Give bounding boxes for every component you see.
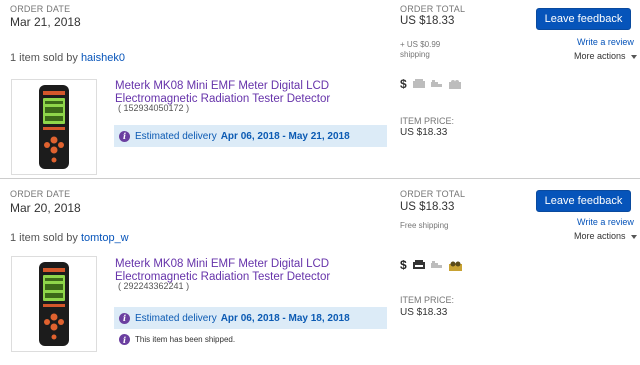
more-actions-label: More actions xyxy=(574,231,626,241)
estimated-delivery: i Estimated delivery Apr 06, 2018 - May … xyxy=(114,125,387,147)
item-price-label: ITEM PRICE: xyxy=(400,295,455,305)
more-actions-label: More actions xyxy=(574,51,626,61)
item-price: US $18.33 xyxy=(400,127,448,138)
order-card: ORDER DATE Mar 20, 2018 1 item sold by t… xyxy=(0,179,640,365)
feedback-icon xyxy=(448,261,462,271)
info-icon: i xyxy=(119,334,130,345)
delivery-dates: Apr 06, 2018 - May 18, 2018 xyxy=(220,312,350,324)
delivery-label: Estimated delivery xyxy=(135,130,217,142)
item-thumbnail[interactable] xyxy=(11,256,97,352)
order-date: Mar 20, 2018 xyxy=(10,201,81,215)
order-total-label: ORDER TOTAL xyxy=(400,189,466,199)
sold-by: 1 item sold by tomtop_w xyxy=(10,232,129,244)
delivery-label: Estimated delivery xyxy=(135,312,217,324)
item-thumbnail[interactable] xyxy=(11,79,97,175)
chevron-down-icon xyxy=(630,54,637,59)
sold-by-prefix: 1 item sold by xyxy=(10,52,78,64)
order-total-label: ORDER TOTAL xyxy=(400,4,466,14)
leave-feedback-button[interactable]: Leave feedback xyxy=(536,190,631,212)
write-review-link[interactable]: Write a review xyxy=(577,37,634,47)
order-total: US $18.33 xyxy=(400,15,455,27)
seller-link[interactable]: tomtop_w xyxy=(81,232,129,244)
feedback-icon xyxy=(448,80,461,89)
dollar-icon: $ xyxy=(400,258,407,272)
leave-feedback-button[interactable]: Leave feedback xyxy=(536,8,631,30)
write-review-link[interactable]: Write a review xyxy=(577,217,634,227)
shipped-text: This item has been shipped. xyxy=(135,335,236,344)
status-icons: $ xyxy=(400,77,461,91)
more-actions-dropdown[interactable]: More actions xyxy=(574,51,637,61)
item-number: ( 152934050172 ) xyxy=(118,103,190,113)
printer-icon xyxy=(412,260,425,269)
item-price-label: ITEM PRICE: xyxy=(400,116,455,126)
order-card: ORDER DATE Mar 21, 2018 1 item sold by h… xyxy=(0,0,640,178)
item-number: ( 292243362241 ) xyxy=(118,281,190,291)
order-date: Mar 21, 2018 xyxy=(10,15,81,29)
order-date-label: ORDER DATE xyxy=(10,189,71,199)
emf-meter-image xyxy=(39,85,69,169)
shipping-cost: Free shipping xyxy=(400,221,449,230)
shipped-note: i This item has been shipped. xyxy=(119,334,235,345)
delivery-dates: Apr 06, 2018 - May 21, 2018 xyxy=(220,130,350,142)
order-date-label: ORDER DATE xyxy=(10,4,71,14)
chevron-down-icon xyxy=(630,234,637,239)
sold-by: 1 item sold by haishek0 xyxy=(10,52,125,64)
emf-meter-image xyxy=(39,262,69,346)
info-icon: i xyxy=(119,130,130,142)
printer-icon xyxy=(412,79,425,88)
shipping-cost: + US $0.99 shipping xyxy=(400,40,441,59)
info-icon: i xyxy=(119,312,130,324)
status-icons: $ xyxy=(400,258,462,272)
item-price: US $18.33 xyxy=(400,307,448,318)
ship-icon xyxy=(430,80,442,87)
seller-link[interactable]: haishek0 xyxy=(81,52,125,64)
estimated-delivery: i Estimated delivery Apr 06, 2018 - May … xyxy=(114,307,387,329)
order-total: US $18.33 xyxy=(400,201,455,213)
dollar-icon: $ xyxy=(400,77,407,91)
sold-by-prefix: 1 item sold by xyxy=(10,232,78,244)
more-actions-dropdown[interactable]: More actions xyxy=(574,231,637,241)
ship-icon xyxy=(430,261,442,268)
